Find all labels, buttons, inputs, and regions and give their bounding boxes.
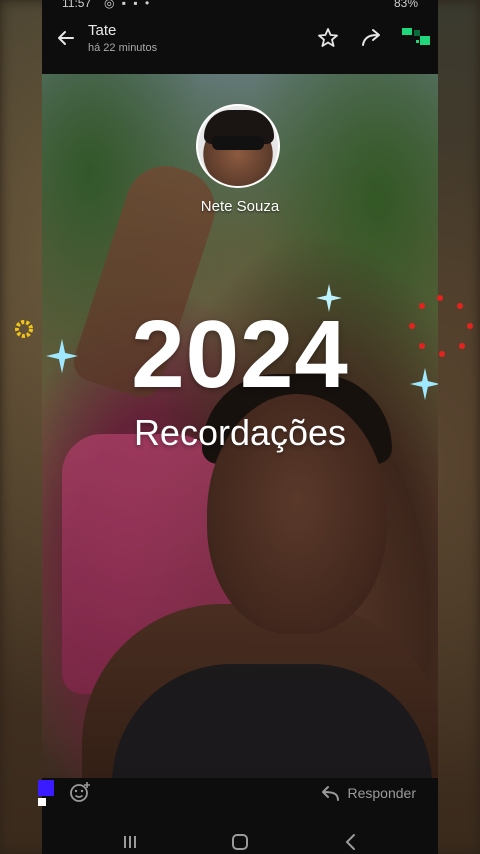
home-icon[interactable] <box>231 833 249 851</box>
year-title: 2024 <box>131 301 349 408</box>
phone-screen: 11:57 ◎ ▪ ▪ • 83% Tate há 22 minutos Net… <box>42 0 438 854</box>
author-name[interactable]: Nete Souza <box>162 198 318 215</box>
status-time: 11:57 <box>62 0 92 10</box>
avatar-glasses <box>212 136 264 150</box>
sparkle-icon <box>410 367 438 401</box>
battery-level: 83% <box>393 0 418 10</box>
back-nav-icon[interactable] <box>344 833 358 851</box>
forward-icon <box>362 29 380 46</box>
status-notification-icons: ◎ ▪ ▪ • <box>104 0 152 10</box>
sparkle-icon <box>46 338 78 374</box>
floating-overlay-dot <box>38 798 46 806</box>
status-bar: 11:57 ◎ ▪ ▪ • 83% <box>42 0 438 12</box>
recents-icon[interactable] <box>122 834 138 850</box>
firework-dots-icon <box>409 295 473 357</box>
post-time: há 22 minutos <box>88 42 158 54</box>
back-button[interactable] <box>52 24 80 52</box>
reaction-button[interactable] <box>68 780 94 806</box>
emoji-add-icon <box>70 782 90 802</box>
reply-arrow-icon <box>321 786 339 801</box>
reply-button[interactable]: Responder <box>320 782 417 804</box>
star-icon <box>318 28 338 47</box>
forward-button[interactable] <box>360 26 388 52</box>
star-button[interactable] <box>316 26 342 52</box>
story-top-bar: Tate há 22 minutos <box>42 12 438 72</box>
reply-label: Responder <box>347 785 417 801</box>
arrow-left-icon <box>58 31 74 45</box>
system-nav-bar <box>42 826 438 854</box>
contact-title: Tate <box>88 22 117 39</box>
sun-ring-icon <box>15 320 33 338</box>
sparkle-icon <box>316 284 342 312</box>
author-avatar[interactable] <box>196 104 280 188</box>
overlay-app-icon[interactable] <box>402 26 432 50</box>
floating-overlay-square[interactable] <box>38 780 54 796</box>
memories-caption: Recordações <box>133 412 347 453</box>
reply-bar: Responder <box>42 778 438 822</box>
green-squares-icon <box>402 28 430 45</box>
